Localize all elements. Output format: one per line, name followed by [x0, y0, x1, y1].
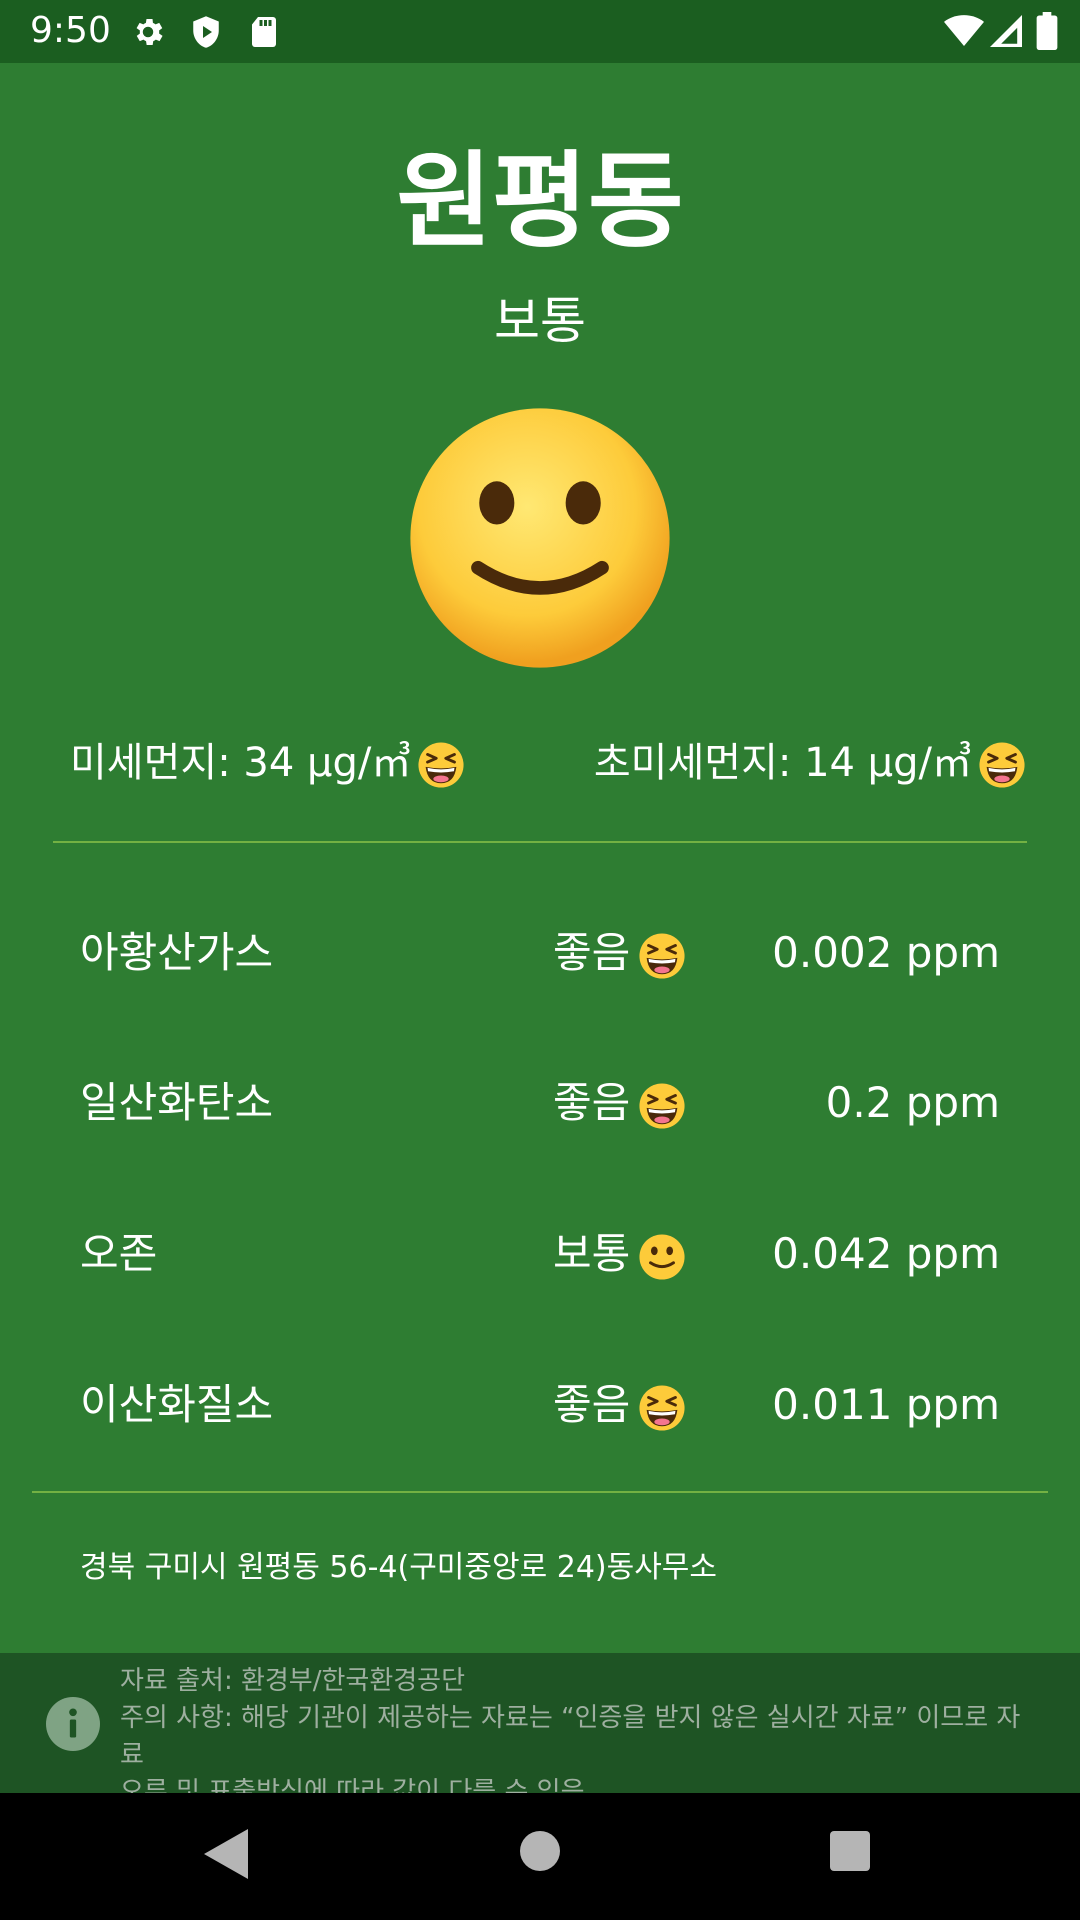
- gas-name: 일산화탄소: [80, 1078, 274, 1127]
- grinning-squinting-face-icon: [418, 742, 464, 788]
- divider: [32, 1491, 1048, 1493]
- location-title: 원평동: [396, 140, 684, 262]
- gas-row: 오존 보통 0.042 ppm: [0, 1214, 1080, 1294]
- pm10-reading: 미세먼지: 34 µg/㎥: [70, 733, 465, 793]
- gas-row: 아황산가스 좋음 0.002 ppm: [0, 913, 1080, 993]
- main-content: 원평동 보통 미세먼지: 34 µg/㎥ 초미세먼지: 14 µg/㎥ 아황산가…: [0, 63, 1080, 1653]
- grinning-squinting-face-icon: [639, 1384, 685, 1431]
- notice-bar: 자료 출처: 환경부/한국환경공단 주의 사항: 해당 기관이 제공하는 자료는…: [0, 1653, 1080, 1807]
- status-time: 9:50: [30, 10, 111, 51]
- gas-name: 오존: [80, 1229, 158, 1278]
- pm25-reading: 초미세먼지: 14 µg/㎥: [594, 733, 1026, 793]
- back-icon[interactable]: [204, 1829, 248, 1879]
- sd-card-icon: [252, 17, 276, 47]
- gas-grade-label: 좋음: [553, 928, 631, 977]
- gas-value: 0.002 ppm: [772, 928, 1000, 977]
- navigation-bar: [0, 1793, 1080, 1920]
- overall-grade: 보통: [494, 292, 586, 350]
- slightly-smiling-face-icon: [410, 408, 670, 668]
- gas-value: 0.042 ppm: [772, 1229, 1000, 1278]
- notice-source: 자료 출처: 환경부/한국환경공단: [120, 1666, 466, 1696]
- gas-grade-label: 보통: [553, 1229, 631, 1278]
- notice-text: 자료 출처: 환경부/한국환경공단 주의 사항: 해당 기관이 제공하는 자료는…: [120, 1663, 1040, 1811]
- home-icon[interactable]: [520, 1831, 560, 1871]
- shield-play-icon: [193, 16, 219, 48]
- gas-row: 일산화탄소 좋음 0.2 ppm: [0, 1063, 1080, 1143]
- gas-grade-label: 좋음: [553, 1078, 631, 1127]
- pm25-label: 초미세먼지: 14 µg/㎥: [593, 740, 972, 786]
- signal-icon: [990, 15, 1022, 47]
- gas-value: 0.2 ppm: [825, 1078, 1000, 1127]
- gas-grade: 좋음: [553, 923, 686, 983]
- status-bar: 9:50: [0, 0, 1080, 63]
- grinning-squinting-face-icon: [979, 742, 1025, 788]
- gas-grade: 보통: [553, 1224, 686, 1284]
- grinning-squinting-face-icon: [639, 1082, 685, 1129]
- station-address: 경북 구미시 원평동 56-4(구미중앙로 24)동사무소: [80, 1550, 718, 1585]
- gas-name: 아황산가스: [80, 928, 274, 977]
- gas-name: 이산화질소: [80, 1380, 274, 1429]
- gas-grade-label: 좋음: [553, 1380, 631, 1429]
- slightly-smiling-face-icon: [639, 1233, 685, 1280]
- recents-icon[interactable]: [830, 1831, 870, 1871]
- gas-grade: 좋음: [553, 1375, 686, 1435]
- divider: [53, 841, 1027, 843]
- wifi-icon: [944, 15, 984, 46]
- gas-value: 0.011 ppm: [772, 1380, 1000, 1429]
- info-icon: [46, 1697, 100, 1751]
- notice-warning-line1: 주의 사항: 해당 기관이 제공하는 자료는 “인증을 받지 않은 실시간 자료…: [120, 1703, 1021, 1770]
- pm10-label: 미세먼지: 34 µg/㎥: [70, 740, 412, 786]
- battery-icon: [1036, 12, 1058, 50]
- grinning-squinting-face-icon: [639, 932, 685, 979]
- gear-icon: [136, 18, 163, 46]
- gas-row: 이산화질소 좋음 0.011 ppm: [0, 1365, 1080, 1445]
- gas-grade: 좋음: [553, 1073, 686, 1133]
